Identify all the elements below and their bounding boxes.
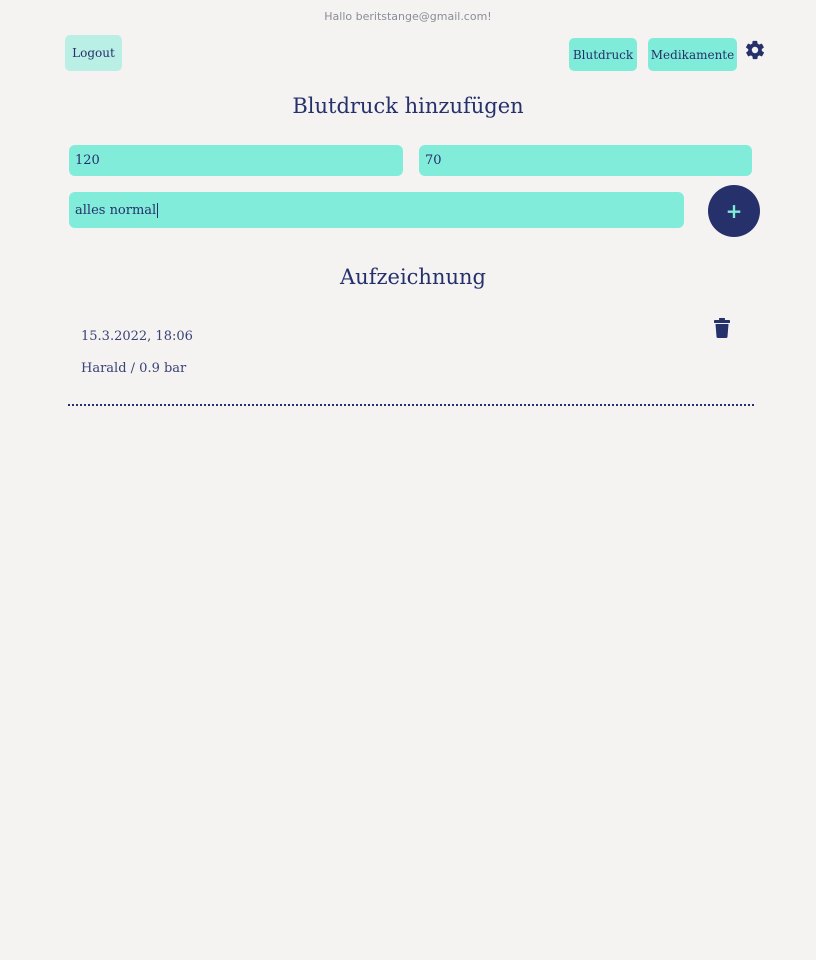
add-bloodpressure-title: Blutdruck hinzufügen: [292, 94, 524, 118]
greeting-text: Hallo beritstange@gmail.com!: [324, 10, 492, 23]
record-date: 15.3.2022, 18:06: [81, 329, 193, 344]
text-cursor: [157, 202, 159, 218]
trash-icon[interactable]: [714, 318, 730, 338]
note-input[interactable]: alles normal: [69, 192, 684, 228]
nav-blutdruck-button[interactable]: Blutdruck: [569, 38, 637, 71]
systolic-value: 120: [75, 153, 100, 168]
add-button[interactable]: +: [708, 185, 760, 237]
record-detail: Harald / 0.9 bar: [81, 361, 187, 376]
note-value: alles normal: [75, 202, 157, 218]
records-title: Aufzeichnung: [340, 265, 486, 289]
diastolic-value: 70: [425, 153, 442, 168]
nav-medikamente-button[interactable]: Medikamente: [648, 38, 737, 71]
record-item: 15.3.2022, 18:06 Harald / 0.9 bar: [68, 310, 754, 406]
logout-button[interactable]: Logout: [65, 35, 122, 71]
gear-icon[interactable]: [744, 39, 766, 61]
diastolic-input[interactable]: 70: [419, 145, 752, 176]
systolic-input[interactable]: 120: [69, 145, 403, 176]
